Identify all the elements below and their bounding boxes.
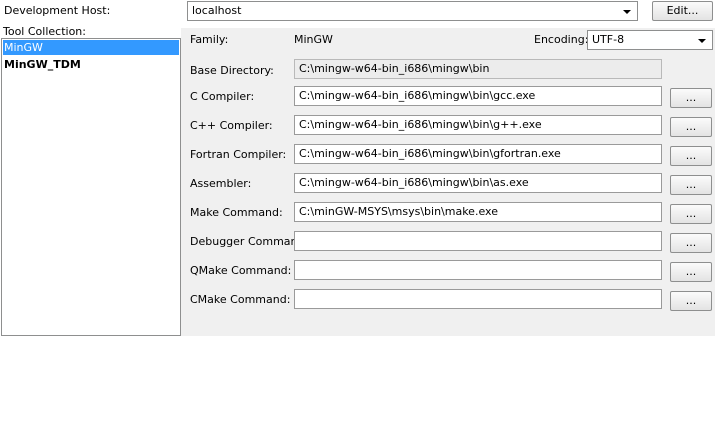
- family-label: Family:: [190, 33, 229, 46]
- cpp-compiler-browse-button[interactable]: ...: [670, 117, 712, 137]
- debugger-command-browse-button[interactable]: ...: [670, 233, 712, 253]
- cmake-command-label: CMake Command:: [190, 293, 291, 306]
- edit-host-button[interactable]: Edit...: [652, 1, 713, 21]
- cmake-command-field[interactable]: [294, 289, 662, 309]
- chevron-down-icon: [622, 2, 632, 20]
- cpp-compiler-label: C++ Compiler:: [190, 119, 273, 132]
- base-dir-field: C:\mingw-w64-bin_i686\mingw\bin: [294, 59, 662, 79]
- debugger-command-label: Debugger Command:: [190, 235, 309, 248]
- assembler-field[interactable]: C:\mingw-w64-bin_i686\mingw\bin\as.exe: [294, 173, 662, 193]
- encoding-select[interactable]: UTF-8: [587, 30, 713, 50]
- fortran-compiler-field[interactable]: C:\mingw-w64-bin_i686\mingw\bin\gfortran…: [294, 144, 662, 164]
- tool-collection-list[interactable]: MinGW MinGW_TDM: [1, 38, 181, 336]
- chevron-down-icon: [697, 31, 707, 49]
- make-command-browse-button[interactable]: ...: [670, 204, 712, 224]
- assembler-browse-button[interactable]: ...: [670, 175, 712, 195]
- base-dir-label: Base Directory:: [190, 64, 274, 77]
- list-item-mingw[interactable]: MinGW: [3, 40, 179, 55]
- cpp-compiler-field[interactable]: C:\mingw-w64-bin_i686\mingw\bin\g++.exe: [294, 115, 662, 135]
- dev-host-label: Development Host:: [4, 4, 111, 17]
- fortran-compiler-browse-button[interactable]: ...: [670, 146, 712, 166]
- cmake-command-browse-button[interactable]: ...: [670, 291, 712, 311]
- make-command-label: Make Command:: [190, 206, 283, 219]
- qmake-command-field[interactable]: [294, 260, 662, 280]
- list-item-mingw-tdm[interactable]: MinGW_TDM: [3, 57, 179, 72]
- assembler-label: Assembler:: [190, 177, 252, 190]
- encoding-label: Encoding:: [534, 33, 589, 46]
- debugger-command-field[interactable]: [294, 231, 662, 251]
- make-command-field[interactable]: C:\minGW-MSYS\msys\bin\make.exe: [294, 202, 662, 222]
- c-compiler-browse-button[interactable]: ...: [670, 88, 712, 108]
- dev-host-value: localhost: [192, 4, 242, 17]
- fortran-compiler-label: Fortran Compiler:: [190, 148, 287, 161]
- family-value: MinGW: [294, 33, 333, 46]
- c-compiler-label: C Compiler:: [190, 90, 255, 103]
- qmake-command-browse-button[interactable]: ...: [670, 262, 712, 282]
- encoding-value: UTF-8: [592, 33, 625, 46]
- tool-collection-label: Tool Collection:: [3, 25, 86, 38]
- dev-host-select[interactable]: localhost: [187, 1, 638, 21]
- c-compiler-field[interactable]: C:\mingw-w64-bin_i686\mingw\bin\gcc.exe: [294, 86, 662, 106]
- qmake-command-label: QMake Command:: [190, 264, 292, 277]
